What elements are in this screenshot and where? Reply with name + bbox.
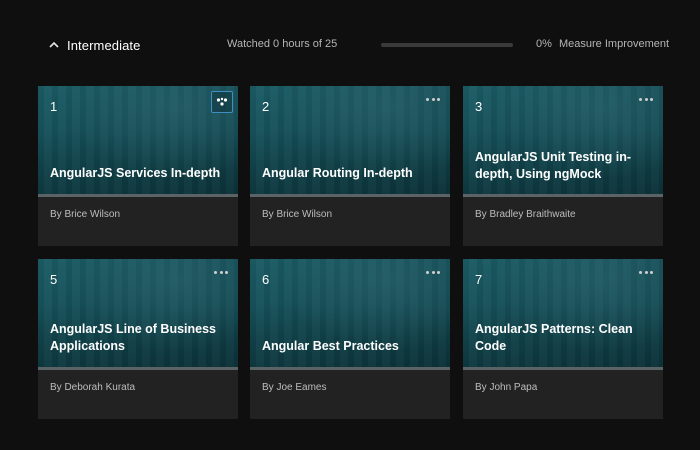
course-section: Intermediate Watched 0 hours of 25 0% Me… — [0, 0, 700, 450]
measure-improvement-link[interactable]: Measure Improvement — [559, 38, 669, 50]
course-menu-button[interactable] — [424, 94, 442, 104]
course-thumbnail: 2 Angular Routing In-depth — [250, 86, 450, 197]
more-icon — [639, 97, 642, 101]
course-menu-button[interactable] — [637, 267, 655, 277]
course-author: By Bradley Braithwaite — [475, 209, 576, 220]
course-menu-button[interactable] — [637, 94, 655, 104]
course-thumbnail: 6 Angular Best Practices — [250, 259, 450, 370]
more-icon-dot — [225, 270, 228, 274]
course-thumbnail: 7 AngularJS Patterns: Clean Code — [463, 259, 663, 370]
more-icon-dot — [437, 270, 440, 274]
watched-hours-text: Watched 0 hours of 25 — [227, 38, 338, 50]
more-icon-dot — [437, 97, 440, 101]
course-card[interactable]: 2 Angular Routing In-depth By Brice Wils… — [250, 86, 450, 246]
course-title: AngularJS Patterns: Clean Code — [475, 322, 633, 353]
course-card[interactable]: 3 AngularJS Unit Testing in-depth, Using… — [463, 86, 663, 246]
more-icon — [214, 270, 217, 274]
course-menu-button[interactable] — [424, 267, 442, 277]
course-title: AngularJS Unit Testing in-depth, Using n… — [475, 150, 632, 181]
course-number: 3 — [475, 99, 483, 114]
more-icon-dot — [431, 270, 435, 274]
course-card[interactable]: 7 AngularJS Patterns: Clean Code By John… — [463, 259, 663, 419]
course-author: By John Papa — [475, 382, 538, 393]
more-icon-dot — [644, 97, 648, 101]
course-card[interactable]: 6 Angular Best Practices By Joe Eames — [250, 259, 450, 419]
course-author: By Brice Wilson — [50, 209, 121, 220]
course-author: By Joe Eames — [262, 382, 327, 393]
chevron-up-icon — [49, 41, 59, 48]
course-number: 1 — [50, 99, 58, 114]
progress-percent: 0% — [536, 38, 552, 50]
course-thumbnail: 5 AngularJS Line of Business Application… — [38, 259, 238, 370]
course-author: By Brice Wilson — [262, 209, 333, 220]
more-icon-dot — [650, 97, 653, 101]
progress-bar — [381, 43, 513, 47]
course-menu-button[interactable] — [211, 91, 233, 113]
course-title: AngularJS Services In-depth — [50, 166, 221, 180]
course-title: Angular Routing In-depth — [262, 166, 413, 180]
more-icon-dot — [644, 270, 648, 274]
more-icon — [426, 270, 429, 274]
more-icon-dot — [431, 97, 435, 101]
course-card[interactable]: 5 AngularJS Line of Business Application… — [38, 259, 238, 419]
course-title: Angular Best Practices — [262, 339, 399, 353]
course-number: 6 — [262, 272, 270, 287]
more-icon — [216, 97, 228, 106]
course-title: AngularJS Line of Business Applications — [50, 322, 217, 353]
more-icon-dot — [650, 270, 653, 274]
course-number: 5 — [50, 272, 58, 287]
course-thumbnail: 3 AngularJS Unit Testing in-depth, Using… — [463, 86, 663, 197]
more-icon-dot — [219, 270, 223, 274]
section-collapse-toggle[interactable]: Intermediate — [47, 34, 167, 56]
section-title: Intermediate — [67, 37, 141, 53]
course-thumbnail: 1 AngularJS Services In-depth — [38, 86, 238, 197]
course-number: 7 — [475, 272, 483, 287]
more-icon — [639, 270, 642, 274]
course-author: By Deborah Kurata — [50, 382, 136, 393]
more-icon — [426, 97, 429, 101]
course-number: 2 — [262, 99, 270, 114]
section-header: Intermediate Watched 0 hours of 25 0% Me… — [0, 0, 700, 88]
course-card[interactable]: 1 AngularJS Services In-depth By Brice W… — [38, 86, 238, 246]
course-menu-button[interactable] — [212, 267, 230, 277]
